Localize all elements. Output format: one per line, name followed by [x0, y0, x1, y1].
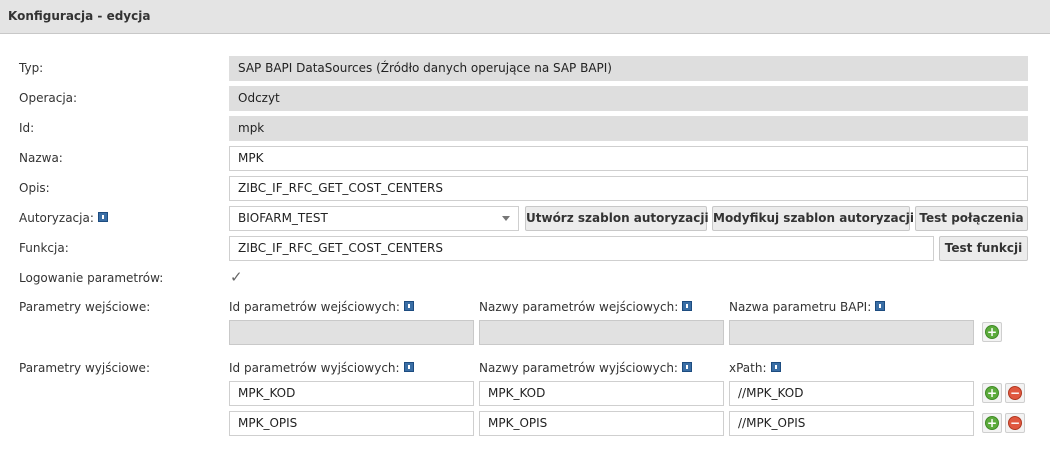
- config-edit-panel: Konfiguracja - edycja Typ: SAP BAPI Data…: [0, 0, 1052, 476]
- plus-icon: +: [985, 386, 999, 400]
- output-id-input[interactable]: MPK_OPIS: [229, 411, 474, 436]
- operacja-field: Odczyt: [229, 86, 1028, 111]
- funkcja-label: Funkcja:: [19, 241, 69, 255]
- chevron-down-icon: [502, 216, 510, 221]
- minus-icon: −: [1008, 416, 1022, 430]
- nazwa-input[interactable]: MPK: [229, 146, 1028, 171]
- logowanie-checkbox[interactable]: ✓: [230, 268, 243, 286]
- info-icon[interactable]: [770, 362, 781, 372]
- output-name-header: Nazwy parametrów wyjściowych:: [479, 361, 692, 375]
- create-auth-template-button[interactable]: Utwórz szablon autoryzacji: [525, 206, 709, 231]
- opis-label: Opis:: [19, 181, 50, 195]
- typ-field: SAP BAPI DataSources (Źródło danych oper…: [229, 56, 1028, 81]
- output-id-header: Id parametrów wyjściowych:: [229, 361, 414, 375]
- test-function-button[interactable]: Test funkcji: [939, 236, 1028, 261]
- add-output-param-button[interactable]: +: [982, 383, 1002, 403]
- input-bapi-field[interactable]: [729, 320, 974, 345]
- page-title: Konfiguracja - edycja: [8, 9, 151, 23]
- autoryzacja-select[interactable]: BIOFARM_TEST: [229, 206, 519, 231]
- output-xpath-header: xPath:: [729, 361, 781, 375]
- id-label: Id:: [19, 121, 35, 135]
- param-wyj-label: Parametry wyjściowe:: [19, 361, 150, 375]
- input-name-header-text: Nazwy parametrów wejściowych:: [479, 300, 679, 314]
- param-wej-label: Parametry wejściowe:: [19, 300, 151, 314]
- input-bapi-header: Nazwa parametru BAPI:: [729, 300, 886, 314]
- test-connection-button[interactable]: Test połączenia: [915, 206, 1028, 231]
- panel-header: Konfiguracja - edycja: [0, 0, 1050, 34]
- funkcja-input[interactable]: ZIBC_IF_RFC_GET_COST_CENTERS: [229, 236, 934, 261]
- info-icon[interactable]: [403, 362, 414, 372]
- nazwa-label: Nazwa:: [19, 151, 63, 165]
- remove-output-param-button[interactable]: −: [1005, 383, 1025, 403]
- input-name-field[interactable]: [479, 320, 724, 345]
- info-icon[interactable]: [875, 301, 886, 311]
- plus-icon: +: [985, 416, 999, 430]
- add-input-param-button[interactable]: +: [982, 322, 1002, 342]
- info-icon[interactable]: [682, 301, 693, 311]
- info-icon[interactable]: [97, 212, 108, 222]
- autoryzacja-label: Autoryzacja:: [19, 211, 108, 225]
- info-icon[interactable]: [681, 362, 692, 372]
- id-field: mpk: [229, 116, 1028, 141]
- input-bapi-header-text: Nazwa parametru BAPI:: [729, 300, 872, 314]
- plus-icon: +: [985, 325, 999, 339]
- output-id-input[interactable]: MPK_KOD: [229, 381, 474, 406]
- output-xpath-input[interactable]: //MPK_KOD: [729, 381, 974, 406]
- typ-label: Typ:: [19, 61, 44, 75]
- output-name-header-text: Nazwy parametrów wyjściowych:: [479, 361, 678, 375]
- output-name-input[interactable]: MPK_OPIS: [479, 411, 724, 436]
- input-name-header: Nazwy parametrów wejściowych:: [479, 300, 693, 314]
- output-name-input[interactable]: MPK_KOD: [479, 381, 724, 406]
- autoryzacja-label-text: Autoryzacja:: [19, 211, 94, 225]
- opis-input[interactable]: ZIBC_IF_RFC_GET_COST_CENTERS: [229, 176, 1028, 201]
- operacja-label: Operacja:: [19, 91, 78, 105]
- add-output-param-button[interactable]: +: [982, 413, 1002, 433]
- output-xpath-input[interactable]: //MPK_OPIS: [729, 411, 974, 436]
- input-id-header: Id parametrów wejściowych:: [229, 300, 414, 314]
- logowanie-label: Logowanie parametrów:: [19, 271, 164, 285]
- modify-auth-template-button[interactable]: Modyfikuj szablon autoryzacji: [712, 206, 914, 231]
- info-icon[interactable]: [403, 301, 414, 311]
- autoryzacja-selected-value: BIOFARM_TEST: [238, 211, 328, 225]
- remove-output-param-button[interactable]: −: [1005, 413, 1025, 433]
- output-id-header-text: Id parametrów wyjściowych:: [229, 361, 400, 375]
- input-id-header-text: Id parametrów wejściowych:: [229, 300, 400, 314]
- minus-icon: −: [1008, 386, 1022, 400]
- output-xpath-header-text: xPath:: [729, 361, 767, 375]
- input-id-field[interactable]: [229, 320, 474, 345]
